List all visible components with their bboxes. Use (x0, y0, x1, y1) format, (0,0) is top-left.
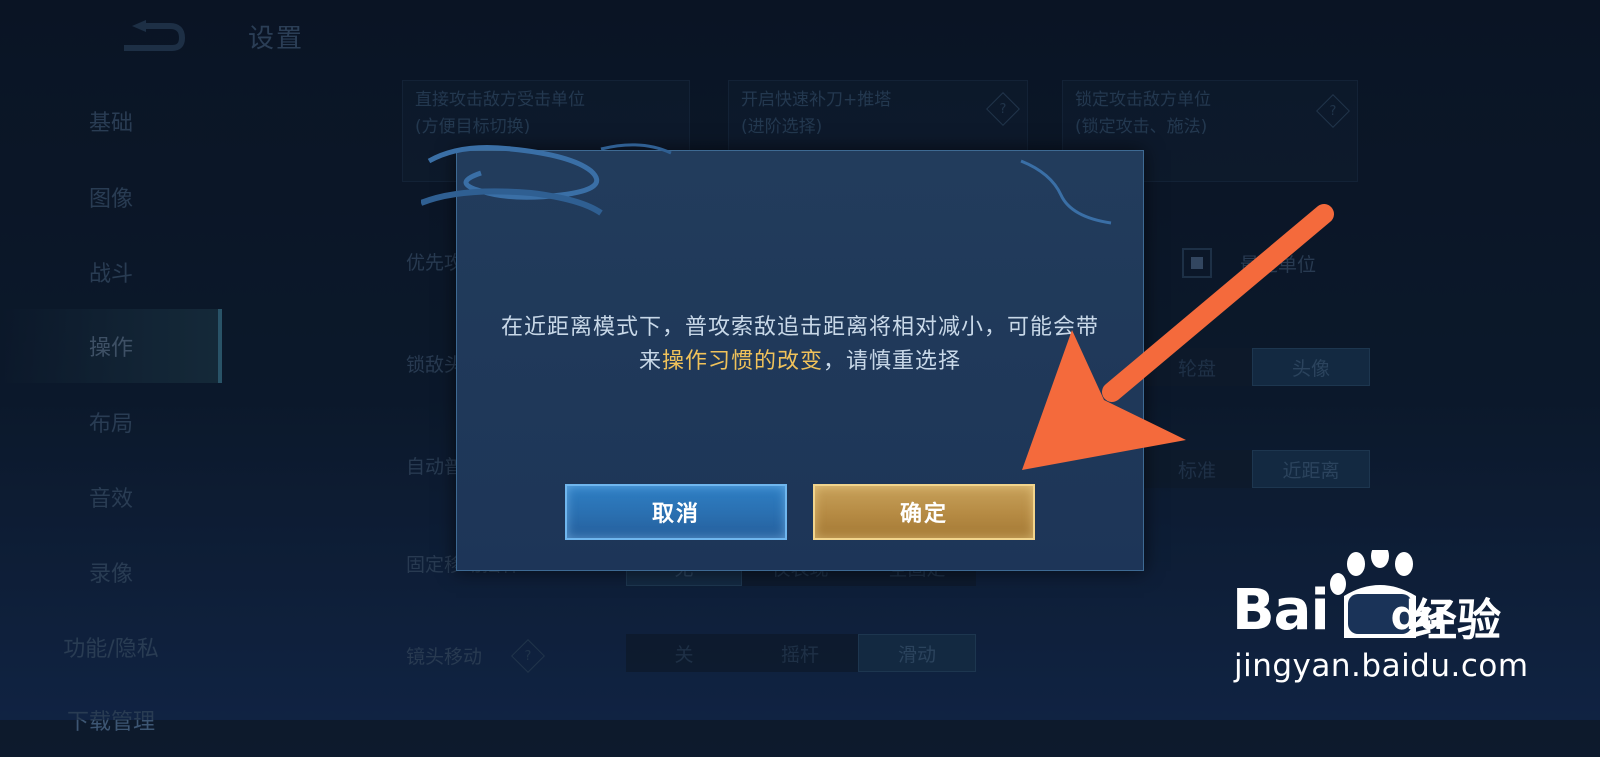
watermark-url: jingyan.baidu.com (1234, 648, 1529, 684)
dialog-message-part2: ，请慎重选择 (823, 349, 962, 374)
watermark-brand-left: Bai (1232, 578, 1330, 643)
decorative-swirl-icon (421, 143, 1112, 225)
dialog-message: 在近距离模式下，普攻索敌追击距离将相对减小，可能会带来操作习惯的改变，请慎重选择 (497, 311, 1103, 379)
confirm-dialog: 在近距离模式下，普攻索敌追击距离将相对减小，可能会带来操作习惯的改变，请慎重选择… (421, 143, 1144, 571)
watermark-cn: 经验 (1413, 595, 1501, 646)
confirm-button[interactable]: 确定 (813, 484, 1035, 540)
cancel-button[interactable]: 取消 (565, 484, 787, 540)
dialog-message-highlight: 操作习惯的改变 (661, 349, 823, 374)
